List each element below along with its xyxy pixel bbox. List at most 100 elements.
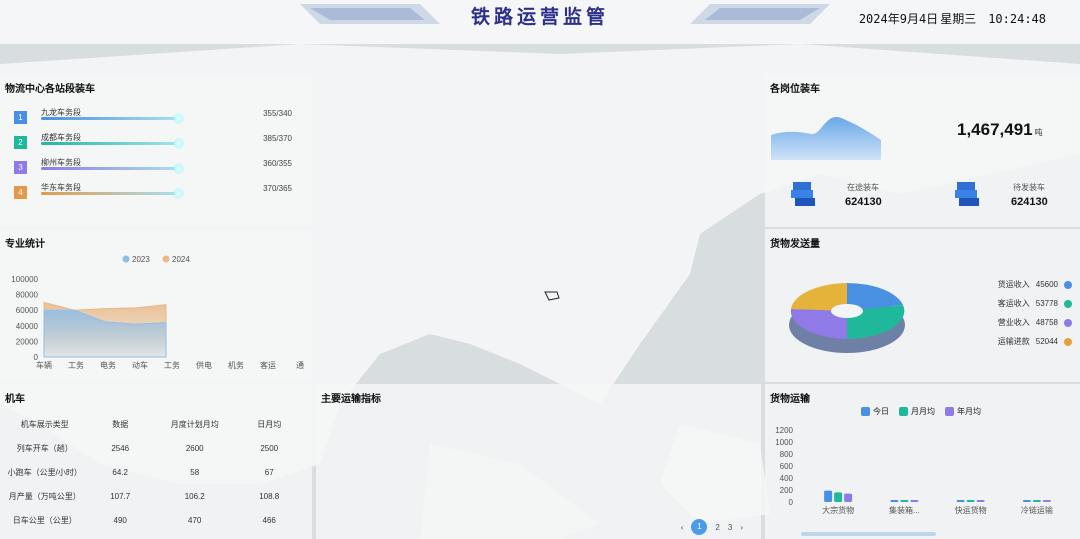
- x-tick-label: 通: [296, 360, 304, 370]
- bar[interactable]: [976, 500, 985, 502]
- y-tick-label: 400: [780, 474, 794, 483]
- locomotive-panel: 机车 机车展示类型 数据 月度计划月均 日月均 列车开车（趟） 2546 2600 2500 小…: [0, 384, 312, 539]
- table-cell: 107.7: [110, 491, 131, 501]
- y-tick-label: 1000: [775, 438, 793, 447]
- bar[interactable]: [834, 492, 843, 502]
- rank-row[interactable]: 3 柳州车务段 360/355: [14, 157, 294, 177]
- shipping-donut-chart[interactable]: [785, 271, 915, 361]
- station-loading-panel: 各岗位装车 1,467,491 吨 在途装车 624130 待发装车 624130: [765, 74, 1080, 227]
- table-cell: 67: [264, 467, 274, 477]
- page-button-2[interactable]: 2: [715, 523, 719, 532]
- table-row: 日车公里（公里） 490 470 466: [4, 508, 304, 532]
- rank-value: 360/355: [263, 159, 292, 168]
- rank-row[interactable]: 4 华东车务段 370/365: [14, 182, 294, 202]
- bar[interactable]: [910, 500, 919, 502]
- bar[interactable]: [966, 500, 975, 502]
- table-row: 列车开车（趟） 2546 2600 2500: [4, 436, 304, 460]
- page-button-1[interactable]: 1: [691, 519, 708, 535]
- bar[interactable]: [1022, 500, 1031, 502]
- legend-value: 53778: [1035, 299, 1058, 308]
- rank-progress-bar: [41, 167, 178, 170]
- bar[interactable]: [824, 490, 833, 502]
- x-tick-label: 集装箱...: [889, 505, 920, 515]
- rank-row[interactable]: 2 成都车务段 385/370: [14, 132, 294, 152]
- chart-scrollbar[interactable]: [801, 532, 936, 536]
- y-tick-label: 0: [789, 498, 794, 507]
- table-header-cell: 月度计划月均: [170, 419, 219, 429]
- table-row: 小跑车（公里/小时） 64.2 58 67: [4, 460, 304, 484]
- legend-dot-icon: [122, 255, 130, 263]
- right-stat-value: 624130: [1011, 196, 1048, 208]
- date-text: 2024年9月4日: [858, 12, 939, 26]
- legend-value: 52044: [1035, 337, 1058, 346]
- rank-value: 385/370: [263, 134, 292, 143]
- y-tick-label: 20000: [16, 337, 39, 346]
- legend-dot-icon: [162, 255, 170, 263]
- rank-badge: 2: [14, 136, 27, 149]
- datetime-display: 2024年9月4日 星期三 10:24:48: [847, 10, 1046, 27]
- x-tick-label: 冷链运输: [1021, 505, 1053, 515]
- rank-row[interactable]: 1 九龙车务段 355/340: [14, 107, 294, 127]
- x-tick-label: 客运: [260, 360, 276, 370]
- table-header-cell: 机车展示类型: [20, 419, 69, 429]
- y-tick-label: 60000: [16, 306, 39, 315]
- bar[interactable]: [956, 500, 965, 502]
- locomotive-table: 机车展示类型 数据 月度计划月均 日月均 列车开车（趟） 2546 2600 2500 小跑车（…: [4, 412, 304, 532]
- rank-badge: 4: [14, 186, 27, 199]
- table-header-cell: 数据: [112, 419, 129, 429]
- table-cell: 64.2: [112, 467, 128, 477]
- page-button-3[interactable]: 3: [728, 523, 732, 532]
- legend-label: 货运收入: [997, 280, 1030, 289]
- glow-dot-icon: [173, 163, 184, 174]
- cargo-stack-icon: [955, 182, 979, 206]
- x-tick-label: 工务: [68, 360, 84, 370]
- x-tick-label: 大宗货物: [822, 505, 854, 515]
- legend-item[interactable]: 客运收入 53778: [998, 298, 1072, 309]
- transport-bar-chart[interactable]: 0 200 400 600 800 1000 1200 大宗货物 集装箱... 快运货物 冷链运输: [765, 414, 1075, 539]
- legend-dot-icon: [1064, 280, 1072, 289]
- pagination: ‹ 1 2 3 ›: [681, 519, 743, 535]
- rank-value: 370/365: [263, 184, 292, 193]
- next-page-button[interactable]: ›: [740, 523, 743, 532]
- legend-item[interactable]: 营业收入 48758: [998, 317, 1072, 328]
- loading-panel: 物流中心各站段装车 1 九龙车务段 355/340 2 成都车务段 385/370 3 柳州车…: [0, 74, 312, 227]
- rank-progress-bar: [41, 117, 178, 120]
- cargo-stack-icon: [791, 182, 815, 206]
- panel-title: 各岗位装车: [770, 84, 820, 95]
- weekday-text: 星期三: [940, 12, 977, 26]
- time-text: 10:24:48: [988, 12, 1046, 26]
- legend-item[interactable]: 货运收入 45600: [998, 279, 1072, 290]
- shipping-panel: 货物发送量 货运收入 45600 客运收入 53778 营业收入 48758 运输进款 520…: [765, 229, 1080, 382]
- table-cell: 58: [190, 467, 200, 477]
- legend-label: 2023: [132, 255, 150, 264]
- bar[interactable]: [900, 500, 909, 502]
- bar[interactable]: [1042, 500, 1051, 502]
- legend-label: 运输进款: [997, 337, 1030, 346]
- legend-value: 45600: [1035, 280, 1058, 289]
- wave-sparkline: [771, 117, 881, 160]
- y-tick-label: 1200: [775, 426, 793, 435]
- glow-dot-icon: [173, 188, 184, 199]
- bar[interactable]: [890, 500, 899, 502]
- x-tick-label: 电务: [100, 360, 116, 370]
- legend-item[interactable]: 运输进款 52044: [998, 336, 1072, 347]
- table-header-row: 机车展示类型 数据 月度计划月均 日月均: [4, 412, 304, 436]
- legend-dot-icon: [1064, 337, 1072, 346]
- table-cell: 小跑车（公里/小时）: [7, 467, 82, 477]
- x-tick-label: 动车: [132, 360, 148, 370]
- table-row: 月产量（万吨公里） 107.7 106.2 108.8: [4, 484, 304, 508]
- bar[interactable]: [844, 493, 853, 502]
- table-cell: 470: [188, 515, 202, 525]
- rank-progress-bar: [41, 142, 178, 145]
- glow-dot-icon: [173, 113, 184, 124]
- prev-page-button[interactable]: ‹: [681, 523, 684, 532]
- y-tick-label: 40000: [16, 322, 39, 331]
- x-tick-label: 供电: [196, 360, 212, 370]
- table-cell: 日车公里（公里）: [12, 515, 77, 525]
- bar[interactable]: [1032, 500, 1041, 502]
- table-cell: 466: [262, 515, 276, 525]
- panel-title: 货物发送量: [770, 239, 820, 250]
- professional-area-chart[interactable]: 2023 2024020000400006000080000100000车辆 工务电…: [0, 241, 312, 381]
- legend-label: 营业收入: [997, 318, 1030, 327]
- table-cell: 列车开车（趟）: [16, 443, 73, 453]
